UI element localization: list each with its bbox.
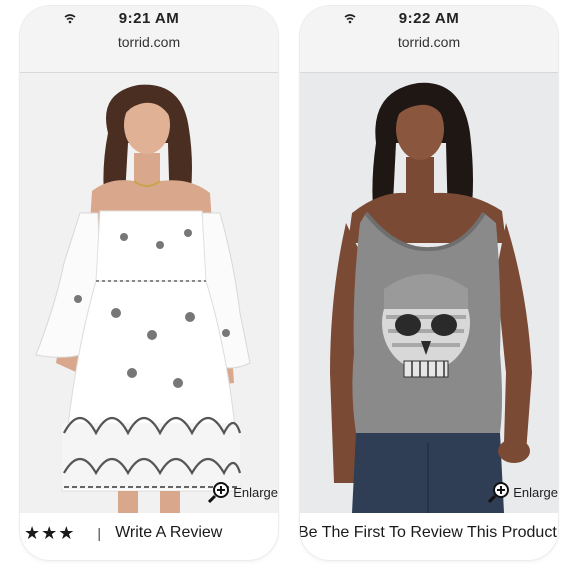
review-row: ★★★ | Write A Review xyxy=(20,518,278,548)
magnify-plus-icon xyxy=(488,482,510,503)
status-time: 9:22 AM xyxy=(398,10,460,27)
url-text[interactable]: torrid.com xyxy=(20,34,278,50)
product-image-tank[interactable]: Enlarge xyxy=(300,73,558,513)
enlarge-button[interactable]: Enlarge xyxy=(488,481,558,503)
status-bar: 9:21 AM xyxy=(20,6,278,26)
tank-model-illustration xyxy=(330,82,532,513)
address-bar[interactable]: torrid.com xyxy=(20,26,278,73)
status-bar: 9:22 AM xyxy=(300,6,558,26)
product-image-dress[interactable]: Enlarge xyxy=(20,73,278,513)
address-bar[interactable]: torrid.com xyxy=(300,26,558,73)
first-review-link[interactable]: Be The First To Review This Product xyxy=(300,524,557,542)
enlarge-button[interactable]: Enlarge xyxy=(208,481,278,503)
review-row: Be The First To Review This Product xyxy=(300,518,558,548)
divider: | xyxy=(97,525,102,541)
url-text[interactable]: torrid.com xyxy=(300,34,558,50)
right-phone-screen: 9:22 AM torrid.com Enlarge Be The First … xyxy=(300,6,558,560)
enlarge-label[interactable]: Enlarge xyxy=(233,485,278,500)
enlarge-label[interactable]: Enlarge xyxy=(513,485,558,500)
magnify-plus-icon xyxy=(208,482,230,503)
star-rating: ★★★ xyxy=(24,522,76,543)
left-phone-screen: 9:21 AM torrid.com Enlarge ★★★ | Write A… xyxy=(20,6,278,560)
dress-model-illustration xyxy=(35,84,251,513)
status-time: 9:21 AM xyxy=(118,10,180,27)
write-review-link[interactable]: Write A Review xyxy=(115,524,222,542)
